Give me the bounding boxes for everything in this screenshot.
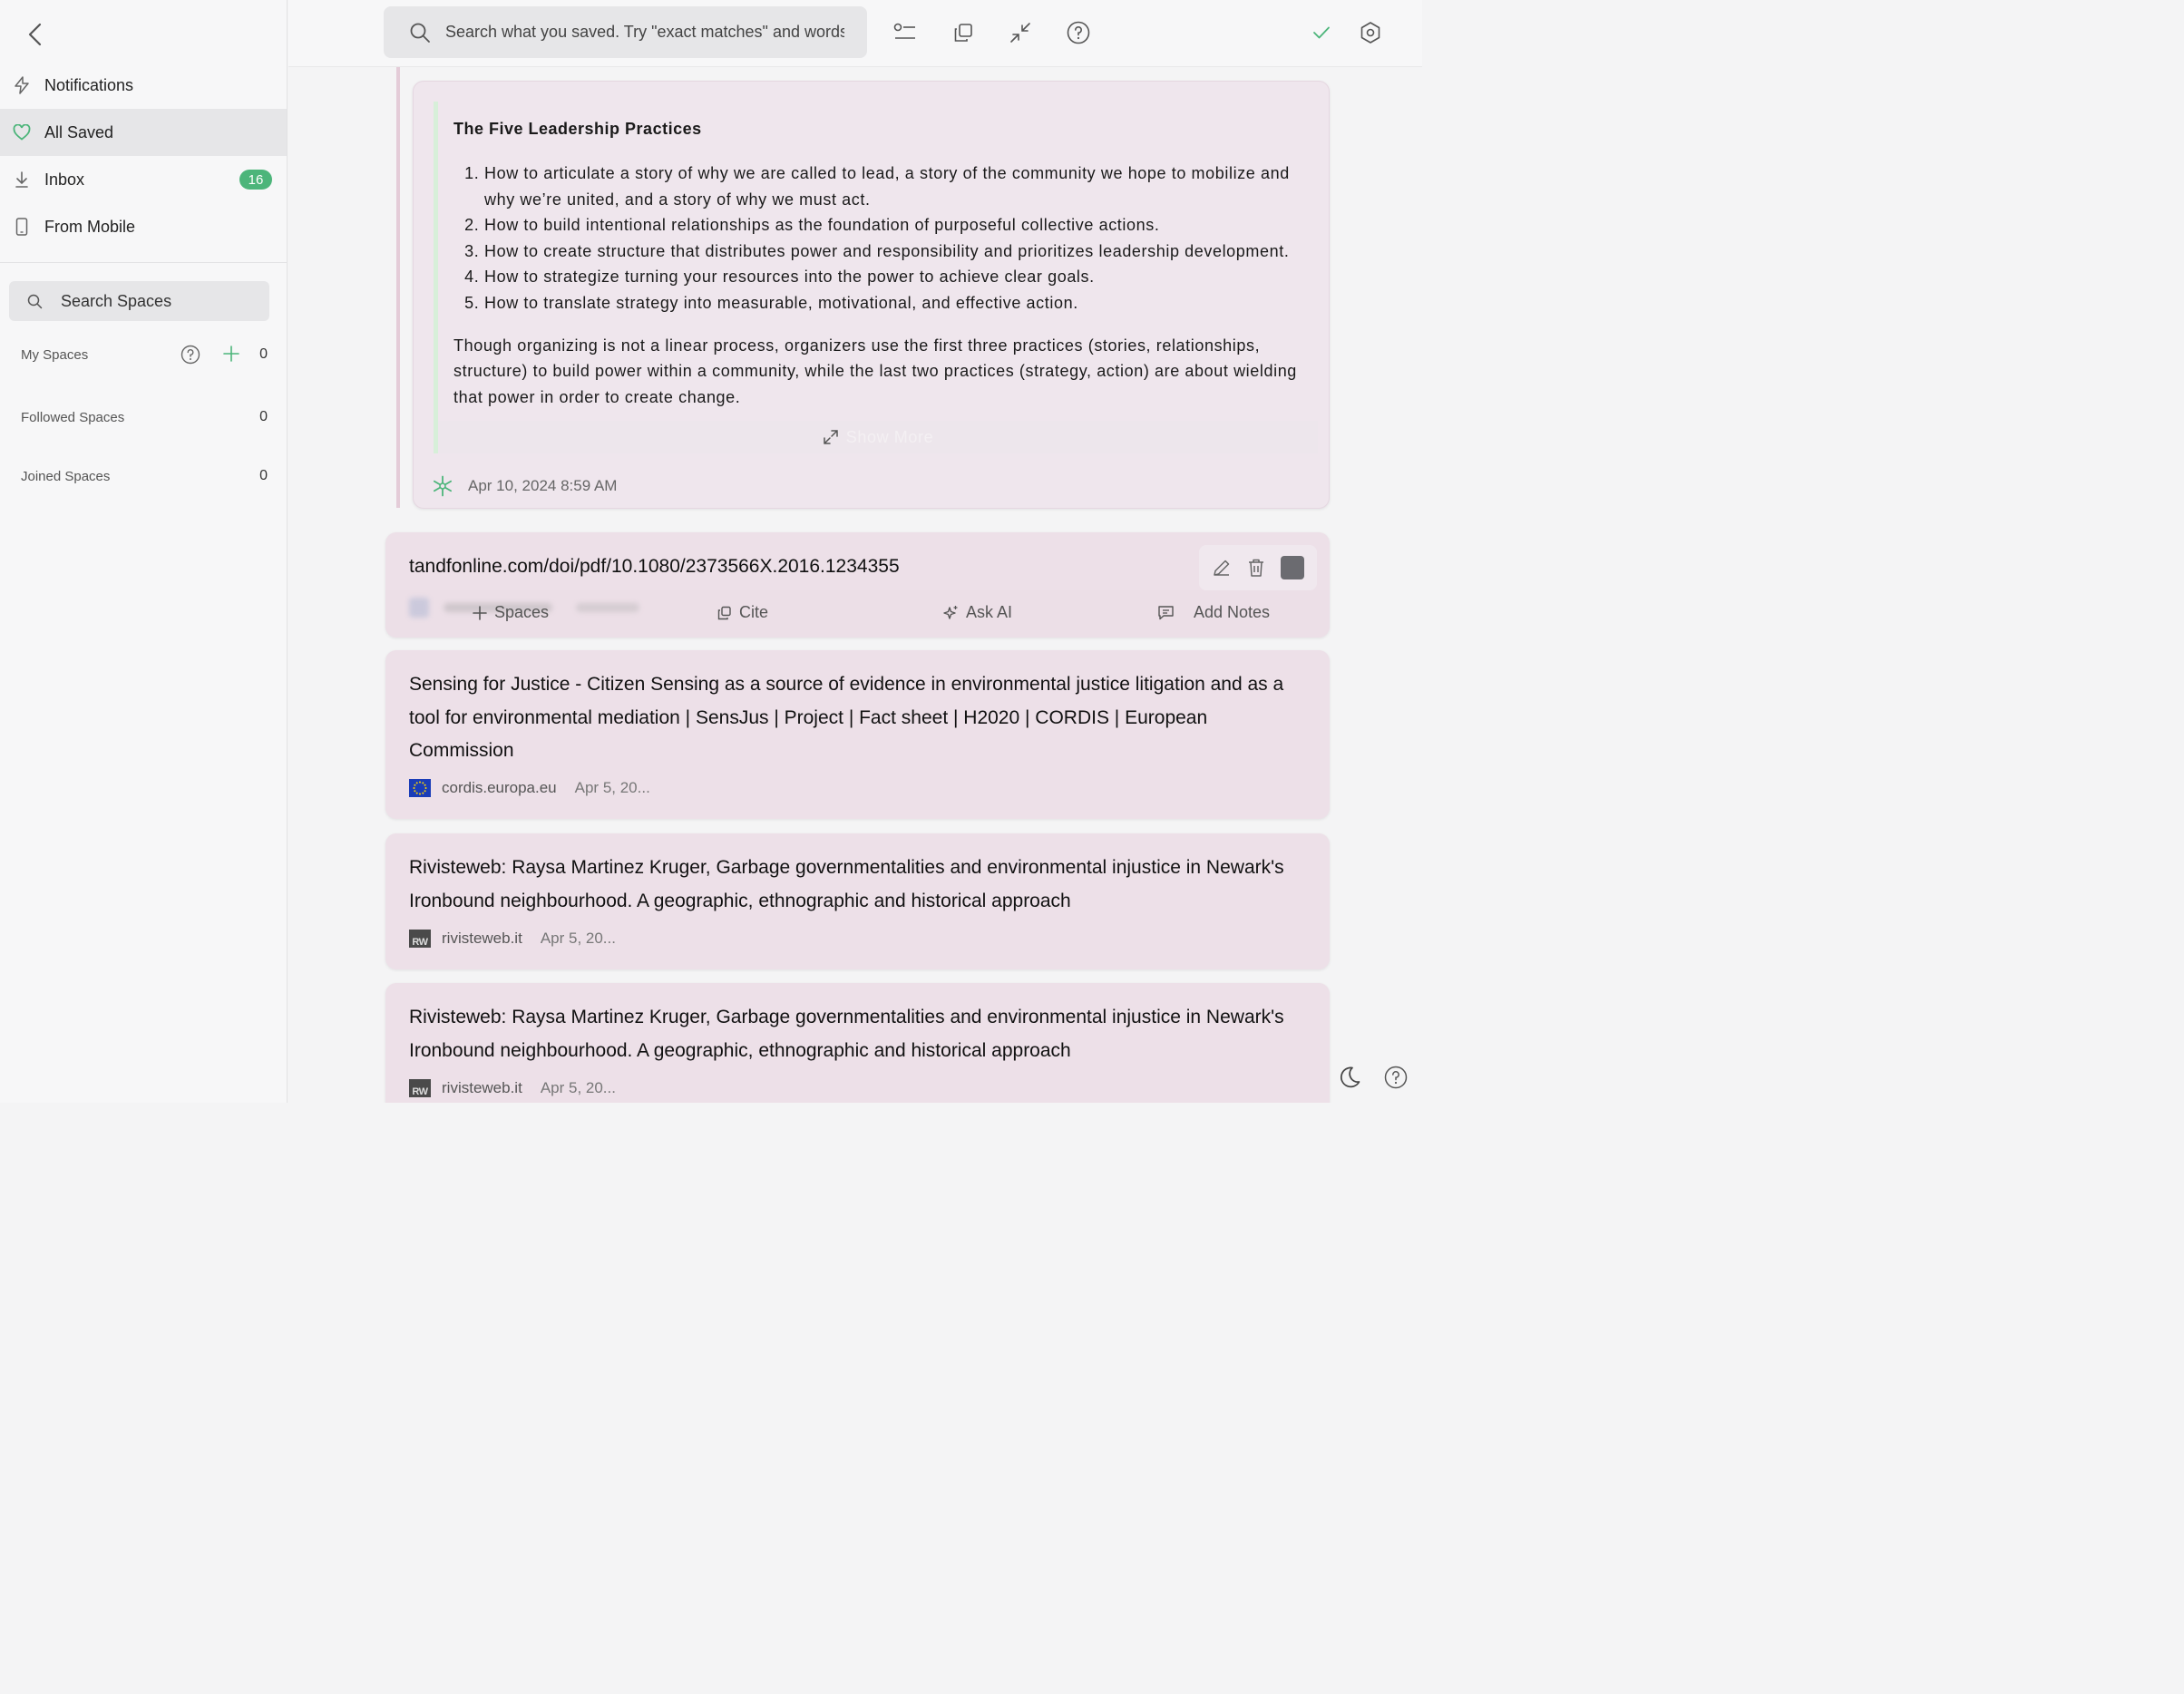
show-more-button[interactable]: Show More (438, 421, 1318, 453)
thread-line (396, 67, 400, 508)
action-label: Cite (739, 603, 769, 621)
select-checkbox[interactable] (1280, 556, 1304, 579)
list-item: How to create structure that distributes… (484, 239, 1313, 265)
result-date: Apr 5, 20... (540, 930, 616, 947)
main-content: The Five Leadership Practices How to art… (288, 67, 1422, 1103)
list-item[interactable]: Sensing for Justice - Citizen Sensing as… (385, 650, 1330, 819)
back-icon[interactable] (22, 20, 47, 49)
dark-mode-icon[interactable] (1335, 1063, 1364, 1092)
sidebar-divider (0, 262, 287, 263)
search-icon (409, 22, 431, 44)
note-meta: Apr 10, 2024 8:59 AM (432, 475, 617, 497)
show-more-label: Show More (845, 427, 934, 446)
list-item: How to build intentional relationships a… (484, 212, 1313, 239)
result-meta: RW rivisteweb.it Apr 5, 20... (409, 930, 616, 948)
section-joined-spaces[interactable]: Joined Spaces 0 (21, 465, 268, 487)
section-count: 0 (259, 346, 268, 362)
rivisteweb-logo-icon: RW (409, 1079, 431, 1097)
help-icon[interactable] (1064, 18, 1093, 47)
trash-icon[interactable] (1247, 558, 1265, 578)
note-card[interactable]: The Five Leadership Practices How to art… (413, 81, 1330, 509)
list-item: How to translate strategy into measurabl… (484, 290, 1313, 316)
search-bar[interactable] (384, 6, 867, 58)
section-my-spaces[interactable]: My Spaces 0 (21, 344, 268, 365)
copy-icon[interactable] (949, 18, 978, 47)
note-list: How to articulate a story of why we are … (453, 161, 1313, 316)
search-icon (27, 294, 43, 309)
add-space-icon[interactable] (222, 345, 240, 366)
search-spaces-input[interactable]: Search Spaces (9, 281, 269, 321)
section-label: Followed Spaces (21, 409, 125, 425)
nav-from-mobile[interactable]: From Mobile (0, 203, 287, 250)
result-domain[interactable]: cordis.europa.eu (442, 779, 557, 797)
eu-flag-icon (409, 779, 431, 797)
cite-button[interactable]: Cite (717, 603, 768, 622)
nav-all-saved[interactable]: All Saved (0, 109, 287, 156)
result-date: Apr 5, 20... (574, 779, 650, 796)
help-icon[interactable] (180, 345, 200, 368)
result-title[interactable]: Rivisteweb: Raysa Martinez Kruger, Garba… (409, 852, 1307, 918)
action-label: Spaces (494, 603, 550, 621)
list-item: How to articulate a story of why we are … (484, 161, 1313, 212)
nav-inbox[interactable]: Inbox 16 (0, 156, 287, 203)
result-domain[interactable]: rivisteweb.it (442, 930, 522, 948)
section-count: 0 (259, 468, 268, 483)
snowflake-icon (432, 475, 453, 497)
note-timestamp: Apr 10, 2024 8:59 AM (468, 477, 618, 494)
note-quote: The Five Leadership Practices How to art… (434, 102, 1318, 453)
help-icon[interactable] (1381, 1063, 1410, 1092)
action-label: Ask AI (966, 603, 1013, 621)
nav-label: All Saved (44, 122, 114, 141)
add-notes-button[interactable]: Add Notes (1157, 603, 1270, 622)
sparkle-icon (942, 605, 959, 621)
download-icon (13, 170, 31, 189)
link-card[interactable]: tandfonline.com/doi/pdf/10.1080/2373566X… (385, 532, 1330, 638)
add-spaces-button[interactable]: Spaces (473, 603, 549, 622)
settings-icon[interactable] (1356, 18, 1385, 47)
collapse-icon[interactable] (1006, 18, 1035, 47)
list-item: How to strategize turning your resources… (484, 264, 1313, 290)
link-action-row: Spaces Cite Ask AI Add Notes (385, 590, 1330, 638)
section-label: My Spaces (21, 346, 89, 363)
plus-icon (473, 605, 487, 620)
filter-list-icon[interactable] (891, 18, 920, 47)
list-item[interactable]: Rivisteweb: Raysa Martinez Kruger, Garba… (385, 983, 1330, 1103)
result-meta: RW rivisteweb.it Apr 5, 20... (409, 1079, 616, 1097)
bolt-icon (13, 76, 31, 94)
note-paragraph: Though organizing is not a linear proces… (453, 336, 1297, 406)
nav-label: Notifications (44, 75, 134, 94)
sidebar: Notifications All Saved Inbox 16 From Mo… (0, 0, 288, 1103)
top-bar (288, 0, 1422, 67)
search-spaces-placeholder: Search Spaces (61, 291, 172, 310)
rivisteweb-logo-icon: RW (409, 930, 431, 948)
edit-icon[interactable] (1212, 558, 1232, 578)
result-domain[interactable]: rivisteweb.it (442, 1079, 522, 1097)
nav-label: From Mobile (44, 217, 136, 236)
ask-ai-button[interactable]: Ask AI (942, 603, 1012, 622)
card-actions (1199, 545, 1317, 590)
result-meta: cordis.europa.eu Apr 5, 20... (409, 779, 650, 797)
note-heading: The Five Leadership Practices (453, 120, 702, 138)
section-followed-spaces[interactable]: Followed Spaces 0 (21, 406, 268, 428)
phone-icon (13, 218, 31, 236)
list-item[interactable]: Rivisteweb: Raysa Martinez Kruger, Garba… (385, 833, 1330, 969)
action-label: Add Notes (1194, 603, 1271, 621)
result-title[interactable]: Sensing for Justice - Citizen Sensing as… (409, 668, 1307, 768)
search-input[interactable] (445, 23, 844, 42)
heart-icon (13, 123, 31, 141)
nav-label: Inbox (44, 170, 85, 189)
inbox-count-badge: 16 (239, 170, 272, 190)
link-title[interactable]: tandfonline.com/doi/pdf/10.1080/2373566X… (409, 556, 900, 578)
section-count: 0 (259, 409, 268, 424)
copy-icon (717, 606, 732, 620)
section-label: Joined Spaces (21, 468, 111, 484)
check-icon[interactable] (1307, 18, 1336, 47)
nav-notifications[interactable]: Notifications (0, 62, 287, 109)
expand-icon (823, 429, 839, 445)
comment-icon (1157, 605, 1175, 621)
result-title[interactable]: Rivisteweb: Raysa Martinez Kruger, Garba… (409, 1001, 1307, 1067)
result-date: Apr 5, 20... (540, 1079, 616, 1096)
